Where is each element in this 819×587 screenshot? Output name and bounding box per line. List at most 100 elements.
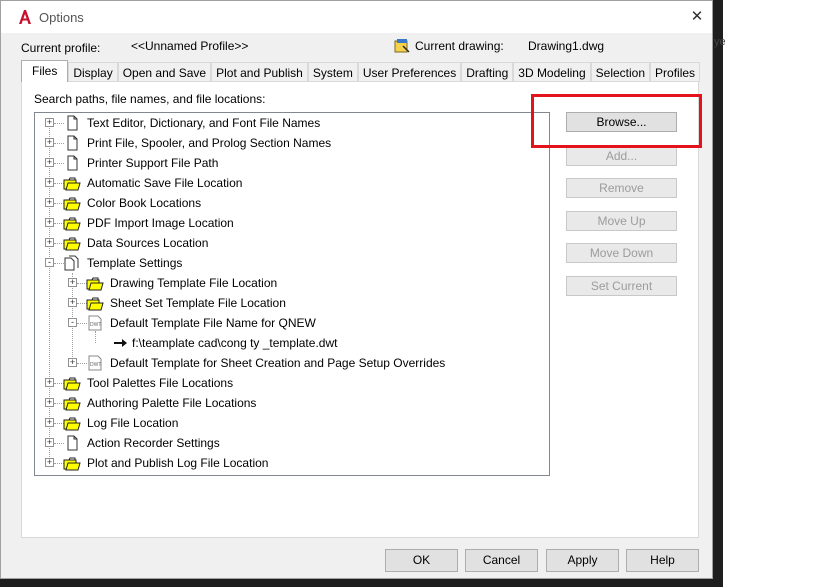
collapse-icon[interactable]: - — [45, 258, 54, 267]
expand-icon[interactable]: + — [45, 378, 54, 387]
search-paths-label: Search paths, file names, and file locat… — [34, 92, 266, 106]
tree-item-label: Default Template File Name for QNEW — [110, 316, 316, 330]
tab-open-and-save[interactable]: Open and Save — [117, 62, 212, 82]
background-text: ye — [714, 36, 726, 48]
tree-item[interactable]: + Data Sources Location — [35, 233, 530, 253]
tree-item[interactable]: + Text Editor, Dictionary, and Font File … — [35, 113, 530, 133]
folder-icon — [63, 215, 81, 231]
folder-icon — [63, 175, 81, 191]
folder-icon — [63, 375, 81, 391]
apply-button[interactable]: Apply — [546, 549, 619, 572]
tab-plot-and-publish[interactable]: Plot and Publish — [211, 62, 308, 82]
close-icon: ✕ — [690, 8, 704, 25]
expand-icon[interactable]: + — [45, 158, 54, 167]
expand-icon[interactable]: + — [68, 358, 77, 367]
expand-icon[interactable]: + — [45, 218, 54, 227]
tree-item[interactable]: + Color Book Locations — [35, 193, 530, 213]
expand-icon[interactable]: + — [45, 178, 54, 187]
remove-button[interactable]: Remove — [566, 178, 677, 198]
collapse-icon[interactable]: - — [68, 318, 77, 327]
document-icon — [63, 115, 81, 131]
current-drawing-label: Current drawing: — [415, 39, 504, 53]
tree-item[interactable]: - Template Settings — [35, 253, 530, 273]
tree-item[interactable]: + Printer Support File Path — [35, 153, 530, 173]
tree-item[interactable]: + Action Recorder Settings — [35, 433, 530, 453]
tree-item-label: Plot and Publish Log File Location — [87, 456, 269, 470]
tree-item[interactable]: - DWT Default Template File Name for QNEW — [35, 313, 530, 333]
tree-item-label: Data Sources Location — [87, 236, 209, 250]
tree-item-label: Automatic Save File Location — [87, 176, 243, 190]
tree-item[interactable]: f:\teamplate cad\cong ty _template.dwt — [35, 333, 530, 353]
document-icon — [63, 135, 81, 151]
tab-drafting[interactable]: Drafting — [461, 62, 514, 82]
close-button[interactable]: ✕ — [685, 5, 709, 29]
options-dialog: Options ✕ Current profile: <<Unnamed Pro… — [0, 0, 713, 579]
tree-item[interactable]: + Drawing Template File Location — [35, 273, 530, 293]
add-button[interactable]: Add... — [566, 146, 677, 166]
document-icon — [63, 155, 81, 171]
tree-item-label: Authoring Palette File Locations — [87, 396, 257, 410]
tree-item-label: Printer Support File Path — [87, 156, 219, 170]
move-up-button[interactable]: Move Up — [566, 211, 677, 231]
tree-item[interactable]: + Sheet Set Template File Location — [35, 293, 530, 313]
documents-icon — [63, 255, 81, 271]
expand-icon[interactable]: + — [68, 298, 77, 307]
tree-item[interactable]: + Authoring Palette File Locations — [35, 393, 530, 413]
dwt-icon: DWT — [86, 315, 104, 331]
folder-icon — [86, 295, 104, 311]
tree-item[interactable]: + Tool Palettes File Locations — [35, 373, 530, 393]
current-drawing-value: Drawing1.dwg — [528, 39, 605, 53]
folder-icon — [63, 415, 81, 431]
tree-item[interactable]: + Plot and Publish Log File Location — [35, 453, 530, 473]
document-icon — [63, 435, 81, 451]
ok-button[interactable]: OK — [385, 549, 458, 572]
background-area — [713, 0, 819, 587]
tree-item-label: Sheet Set Template File Location — [110, 296, 286, 310]
tree-item-label: Default Template for Sheet Creation and … — [110, 356, 446, 370]
window-title: Options — [39, 10, 84, 25]
expand-icon[interactable]: + — [45, 118, 54, 127]
tab-profiles[interactable]: Profiles — [650, 62, 701, 82]
expand-icon[interactable]: + — [45, 458, 54, 467]
help-button[interactable]: Help — [626, 549, 699, 572]
expand-icon[interactable]: + — [45, 238, 54, 247]
tree-item[interactable]: + Log File Location — [35, 413, 530, 433]
tree-item-label: Template Settings — [87, 256, 183, 270]
tab-3d-modeling[interactable]: 3D Modeling — [513, 62, 591, 82]
current-profile-value: <<Unnamed Profile>> — [131, 39, 249, 53]
tab-selection[interactable]: Selection — [590, 62, 651, 82]
autocad-logo-icon — [19, 10, 31, 24]
folder-icon — [63, 235, 81, 251]
tree-item-label: Drawing Template File Location — [110, 276, 278, 290]
move-down-button[interactable]: Move Down — [566, 243, 677, 263]
expand-icon[interactable]: + — [68, 278, 77, 287]
tab-user-preferences[interactable]: User Preferences — [357, 62, 462, 82]
tab-bar: Files Display Open and Save Plot and Pub… — [21, 60, 701, 82]
tree-item[interactable]: + Automatic Save File Location — [35, 173, 530, 193]
tree-item[interactable]: + PDF Import Image Location — [35, 213, 530, 233]
tree-item[interactable]: + DWT Default Template for Sheet Creation … — [35, 353, 530, 373]
tree-item-label: Text Editor, Dictionary, and Font File N… — [87, 116, 321, 130]
folder-icon — [63, 195, 81, 211]
folder-icon — [63, 395, 81, 411]
tab-system[interactable]: System — [307, 62, 358, 82]
current-profile-label: Current profile: — [21, 41, 101, 55]
tree-item-label: Print File, Spooler, and Prolog Section … — [87, 136, 332, 150]
tree-item-label: f:\teamplate cad\cong ty _template.dwt — [132, 336, 338, 350]
drawing-icon — [394, 39, 410, 53]
tab-display[interactable]: Display — [68, 62, 118, 82]
set-current-button[interactable]: Set Current — [566, 276, 677, 296]
tree-item-label: Tool Palettes File Locations — [87, 376, 234, 390]
cancel-button[interactable]: Cancel — [465, 549, 538, 572]
browse-highlight-annotation — [531, 94, 702, 148]
file-locations-tree[interactable]: + Text Editor, Dictionary, and Font File … — [34, 112, 550, 476]
expand-icon[interactable]: + — [45, 398, 54, 407]
expand-icon[interactable]: + — [45, 198, 54, 207]
expand-icon[interactable]: + — [45, 418, 54, 427]
folder-icon — [63, 455, 81, 471]
expand-icon[interactable]: + — [45, 138, 54, 147]
tab-files[interactable]: Files — [21, 60, 69, 82]
expand-icon[interactable]: + — [45, 438, 54, 447]
tree-item[interactable]: + Print File, Spooler, and Prolog Section… — [35, 133, 530, 153]
title-bar[interactable]: Options ✕ — [1, 1, 712, 33]
